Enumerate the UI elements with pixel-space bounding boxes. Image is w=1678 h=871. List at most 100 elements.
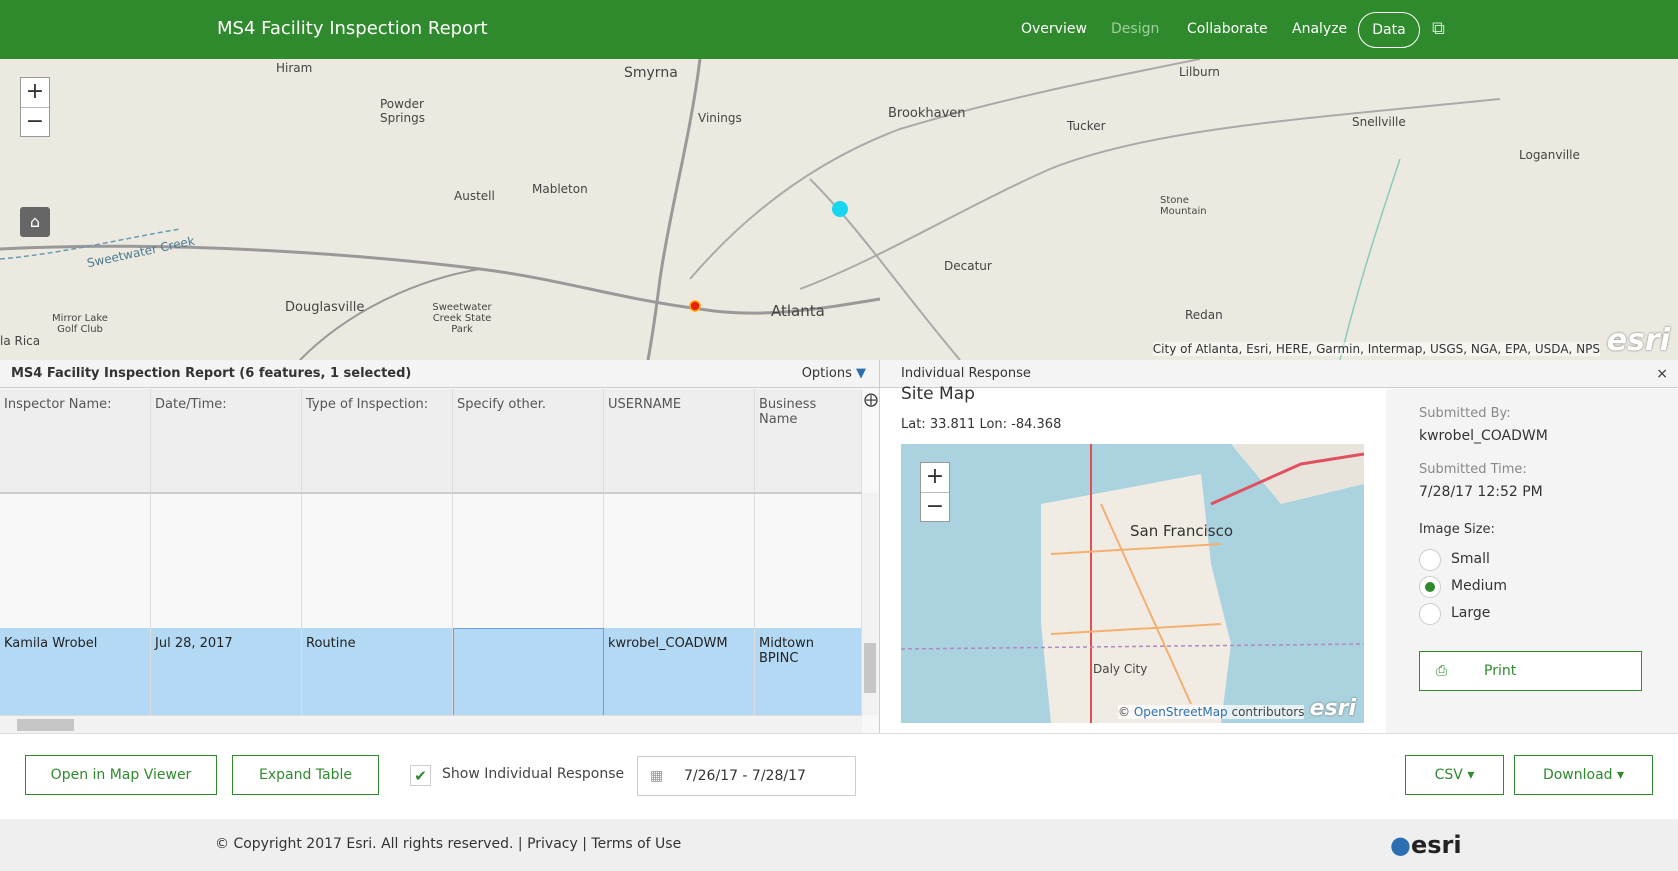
map-zoom-control: + −	[20, 77, 50, 137]
close-icon[interactable]: ×	[1656, 360, 1668, 388]
individual-response-panel: Individual Response × Site Map Lat: 33.8…	[880, 360, 1678, 733]
map-label: Mirror Lake Golf Club	[52, 313, 108, 335]
app-header: MS4 Facility Inspection Report Overview …	[0, 0, 1678, 59]
map-label: Loganville	[1519, 148, 1580, 162]
column-header[interactable]: Inspector Name:	[0, 389, 151, 492]
table-cell[interactable]: kwrobel_COADWM	[604, 628, 755, 717]
download-button[interactable]: Download ▾	[1514, 755, 1653, 795]
date-range-input[interactable]: ▦ 7/26/17 - 7/28/17	[637, 756, 856, 796]
map-point[interactable]	[689, 300, 701, 312]
radio-medium[interactable]	[1419, 576, 1441, 598]
response-details: Submitted By: kwrobel_COADWM Submitted T…	[1386, 389, 1678, 733]
response-header-bar: Individual Response ×	[880, 360, 1678, 388]
column-header[interactable]: Date/Time:	[151, 389, 302, 492]
response-title: Individual Response	[901, 366, 1031, 381]
lat-lon: Lat: 33.811 Lon: -84.368	[901, 417, 1062, 432]
table-cell[interactable]: Kamila Wrobel	[0, 628, 151, 717]
column-header[interactable]: Business Name	[755, 389, 862, 492]
radio-small[interactable]	[1419, 549, 1441, 571]
nav-data[interactable]: Data	[1358, 12, 1420, 48]
map-label: Sweetwater Creek State Park	[432, 302, 492, 335]
globe-icon: ●	[1390, 831, 1411, 859]
map-label: Snellville	[1352, 115, 1406, 129]
map-label: Vinings	[698, 111, 742, 125]
options-dropdown[interactable]: Options ▼	[802, 360, 866, 388]
show-individual-label: Show Individual Response	[442, 766, 625, 782]
map-label: Powder Springs	[380, 97, 425, 125]
site-map-label: San Francisco	[1130, 522, 1234, 540]
map-label: la Rica	[0, 334, 41, 348]
map-label: Atlanta	[771, 302, 825, 320]
csv-button[interactable]: CSV ▾	[1405, 755, 1504, 795]
map-label: Hiram	[276, 61, 313, 75]
column-header[interactable]: USERNAME	[604, 389, 755, 492]
map-label: Tucker	[1067, 119, 1106, 133]
table-row[interactable]	[0, 494, 862, 628]
zoom-out-button[interactable]: −	[21, 108, 49, 138]
column-header[interactable]: Type of Inspection:	[302, 389, 453, 492]
nav-analyze[interactable]: Analyze	[1292, 21, 1347, 37]
column-header[interactable]: Specify other.	[453, 389, 604, 492]
table-header-row: Inspector Name: Date/Time: Type of Inspe…	[0, 389, 862, 494]
radio-label: Medium	[1451, 578, 1507, 594]
esri-logo: esri	[1606, 323, 1670, 358]
nav-collaborate[interactable]: Collaborate	[1187, 21, 1268, 37]
map-label: Stone Mountain	[1160, 195, 1207, 217]
map-label: Mableton	[532, 182, 588, 196]
table-horizontal-scrollbar[interactable]	[0, 715, 862, 733]
map-label: Decatur	[944, 259, 992, 273]
esri-logo: ●esri	[1390, 831, 1462, 859]
submitted-time-label: Submitted Time:	[1419, 462, 1527, 477]
zoom-out-button[interactable]: −	[921, 493, 949, 523]
printer-icon: ⎙	[1436, 663, 1448, 679]
add-column-icon[interactable]: ⨁	[864, 392, 878, 408]
zoom-in-button[interactable]: +	[921, 463, 949, 493]
table-cell[interactable]: Routine	[302, 628, 453, 717]
expand-table-button[interactable]: Expand Table	[232, 755, 379, 795]
submitted-by-label: Submitted By:	[1419, 406, 1511, 421]
main-map[interactable]: Hiram Smyrna Powder Springs Vinings Broo…	[0, 59, 1678, 360]
map-point-selected[interactable]	[832, 201, 848, 217]
attribute-table: Inspector Name: Date/Time: Type of Inspe…	[0, 389, 862, 717]
osm-link[interactable]: OpenStreetMap	[1134, 705, 1228, 719]
bottom-toolbar: Open in Map Viewer Expand Table ✔ Show I…	[0, 733, 1678, 819]
radio-label: Large	[1451, 605, 1491, 621]
submitted-time-value: 7/28/17 12:52 PM	[1419, 484, 1543, 500]
checkmark-icon: ✔	[414, 767, 427, 785]
map-label: Brookhaven	[888, 106, 966, 121]
site-map-land	[901, 444, 1364, 723]
map-label: Redan	[1185, 308, 1223, 322]
site-map-label: Daly City	[1093, 662, 1148, 676]
show-individual-checkbox[interactable]: ✔	[410, 765, 431, 786]
image-size-label: Image Size:	[1419, 522, 1495, 537]
map-attribution: City of Atlanta, Esri, HERE, Garmin, Int…	[1152, 342, 1600, 356]
table-cell-focused[interactable]	[453, 628, 604, 717]
table-cell[interactable]: Jul 28, 2017	[151, 628, 302, 717]
table-vertical-scrollbar[interactable]	[862, 493, 878, 715]
site-map-zoom-control: + −	[920, 462, 950, 522]
map-label: Lilburn	[1179, 65, 1220, 79]
esri-logo: esri	[1309, 696, 1356, 721]
home-button[interactable]: ⌂	[20, 207, 50, 237]
print-button[interactable]: ⎙ Print	[1419, 651, 1642, 691]
site-map-title: Site Map	[901, 384, 975, 404]
footer: © Copyright 2017 Esri. All rights reserv…	[0, 819, 1678, 871]
radio-large[interactable]	[1419, 603, 1441, 625]
options-label: Options	[801, 366, 852, 381]
calendar-icon: ▦	[650, 768, 664, 784]
caret-down-icon: ▼	[856, 366, 866, 381]
nav-overview[interactable]: Overview	[1021, 21, 1087, 37]
copyright-links[interactable]: © Copyright 2017 Esri. All rights reserv…	[215, 836, 681, 852]
attribute-table-panel: MS4 Facility Inspection Report (6 featur…	[0, 360, 880, 733]
zoom-in-button[interactable]: +	[21, 78, 49, 108]
table-title: MS4 Facility Inspection Report (6 featur…	[11, 366, 412, 381]
share-icon[interactable]: ⧉	[1432, 18, 1445, 39]
table-cell[interactable]: Midtown BPINC	[755, 628, 862, 717]
site-map[interactable]: + − San Francisco Daly City © OpenStreet…	[901, 444, 1364, 723]
open-in-map-viewer-button[interactable]: Open in Map Viewer	[25, 755, 217, 795]
map-label: Douglasville	[285, 300, 365, 315]
nav-design[interactable]: Design	[1111, 21, 1159, 37]
submitted-by-value: kwrobel_COADWM	[1419, 428, 1548, 444]
table-row-selected[interactable]: Kamila Wrobel Jul 28, 2017 Routine kwrob…	[0, 628, 862, 717]
site-map-attribution: © OpenStreetMap contributors	[1118, 705, 1305, 719]
